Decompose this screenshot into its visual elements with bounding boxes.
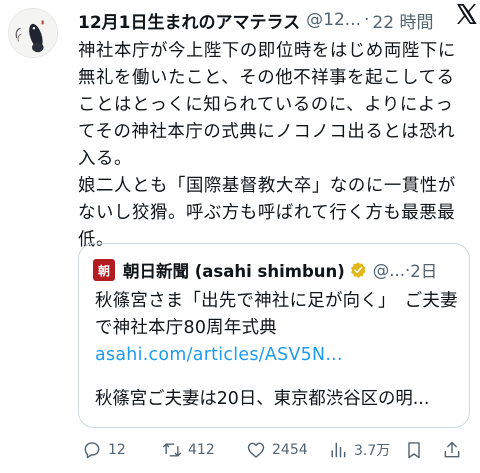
like-count: 2454 — [272, 442, 308, 458]
bookmark-button[interactable] — [404, 440, 430, 460]
user-handle[interactable]: @12... — [306, 10, 361, 30]
retweet-count: 412 — [188, 442, 215, 458]
verified-badge-icon — [350, 262, 366, 278]
views-button[interactable]: 3.7万 — [328, 440, 390, 460]
quoted-tweet-card[interactable]: 朝 朝日新聞 (asahi shimbun) @... · 2日 秋篠宮さま「出… — [78, 243, 470, 428]
tweet-header: 12月1日生まれのアマテラス @12... · 22 時間 — [78, 6, 470, 34]
avatar[interactable] — [8, 8, 58, 58]
reply-button[interactable]: 12 — [82, 440, 126, 460]
share-icon — [444, 441, 460, 458]
tweet-time[interactable]: 22 時間 — [372, 8, 433, 33]
views-icon — [331, 442, 346, 458]
retweet-icon — [162, 443, 182, 457]
action-bar: 12 412 2454 3.7万 — [82, 436, 470, 464]
separator-dot: · — [364, 10, 370, 30]
x-logo-icon[interactable] — [454, 2, 478, 26]
views-count: 3.7万 — [354, 443, 391, 459]
like-icon — [247, 442, 265, 458]
quoted-text: 秋篠宮さま「出先で神社に足が向く」 ご夫妻で神社本庁80周年式典 — [95, 291, 458, 338]
quoted-tweet-text: 秋篠宮さま「出先で神社に足が向く」 ご夫妻で神社本庁80周年式典 asahi.c… — [95, 288, 461, 369]
tweet-paragraph-1: 神社本庁が今上陛下の即位時をはじめ両陛下に無礼を働いたこと、その他不祥事を起こし… — [78, 41, 456, 169]
reply-icon — [84, 442, 100, 459]
asahi-logo-icon: 朝 — [93, 259, 115, 281]
display-name[interactable]: 12月1日生まれのアマテラス — [78, 8, 300, 33]
tweet-content: 12月1日生まれのアマテラス @12... · 22 時間 神社本庁が今上陛下の… — [78, 6, 470, 254]
share-button[interactable] — [442, 440, 468, 460]
quoted-display-name[interactable]: 朝日新聞 (asahi shimbun) — [123, 258, 345, 282]
tweet-paragraph-2: 娘二人とも「国際基督教大卒」なのに一貫性がないし狡猾。呼ぶ方も呼ばれて行く方も最… — [78, 176, 456, 250]
quoted-preview-text: 秋篠宮ご夫妻は20日、東京都渋谷区の明... — [95, 389, 430, 409]
quoted-handle[interactable]: @... — [373, 261, 405, 280]
quoted-time[interactable]: 2日 — [410, 258, 437, 282]
avatar-image — [9, 9, 57, 57]
bookmark-icon — [408, 442, 420, 459]
quoted-link[interactable]: asahi.com/articles/ASV5N... — [95, 345, 343, 365]
reply-count: 12 — [108, 442, 126, 458]
tweet-text: 神社本庁が今上陛下の即位時をはじめ両陛下に無礼を働いたこと、その他不祥事を起こし… — [78, 38, 470, 254]
like-button[interactable]: 2454 — [246, 440, 308, 460]
quoted-tweet-header: 朝 朝日新聞 (asahi shimbun) @... · 2日 — [93, 258, 437, 282]
retweet-button[interactable]: 412 — [162, 440, 215, 460]
